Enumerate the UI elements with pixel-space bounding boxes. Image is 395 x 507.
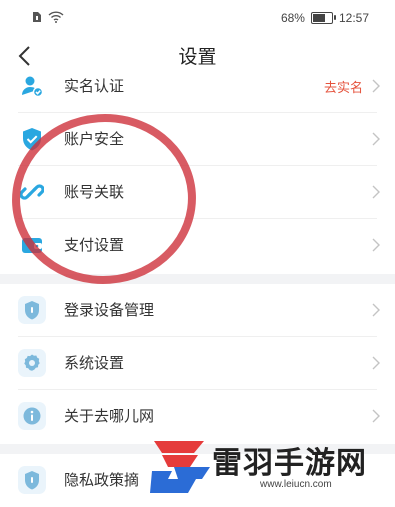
row-label: 系统设置	[64, 354, 125, 372]
sim-icon	[33, 12, 41, 22]
row-account-link[interactable]: 账号关联	[0, 166, 395, 219]
chevron-right-icon	[372, 132, 380, 146]
gear-icon	[18, 349, 46, 377]
real-name-action[interactable]: 去实名	[324, 77, 363, 96]
status-bar: 68% 12:57	[0, 0, 395, 36]
shield-icon	[18, 296, 46, 324]
row-label: 关于去哪儿网	[64, 407, 155, 425]
chevron-right-icon	[372, 79, 380, 93]
shield-check-icon	[18, 125, 46, 153]
watermark-text: 雷羽手游网	[212, 446, 367, 481]
row-label: 隐私政策摘	[64, 471, 140, 489]
watermark-url: www.leiucn.com	[260, 479, 332, 490]
clock: 12:57	[338, 11, 369, 25]
chevron-right-icon	[372, 185, 380, 199]
id-person-icon	[18, 72, 46, 100]
row-about[interactable]: 关于去哪儿网	[0, 390, 395, 443]
page-title: 设置	[178, 46, 217, 68]
watermark: 雷羽手游网 www.leiucn.com	[148, 437, 395, 499]
row-account-security[interactable]: 账户安全	[0, 113, 395, 166]
settings-group-2: 登录设备管理 系统设置 关于去哪儿网	[0, 284, 395, 444]
section-gap	[0, 274, 395, 284]
row-label: 登录设备管理	[64, 301, 155, 319]
wallet-icon	[18, 231, 46, 259]
brand-logo-icon	[150, 441, 210, 493]
shield-icon	[18, 466, 46, 494]
chevron-right-icon	[372, 409, 380, 423]
row-device-management[interactable]: 登录设备管理	[0, 284, 395, 337]
link-icon	[18, 178, 46, 206]
battery-percent: 68%	[280, 11, 305, 25]
row-system-settings[interactable]: 系统设置	[0, 337, 395, 390]
nav-bar: 设置	[0, 36, 395, 76]
chevron-right-icon	[372, 238, 380, 252]
row-label: 账号关联	[64, 183, 125, 201]
settings-group-1: 实名认证 去实名 账户安全 账号关联 支付设置	[0, 60, 395, 274]
wifi-icon	[48, 11, 64, 23]
info-icon	[18, 402, 46, 430]
row-label: 支付设置	[64, 236, 125, 254]
battery-icon	[310, 12, 336, 24]
row-label: 账户安全	[64, 130, 125, 148]
chevron-right-icon	[372, 356, 380, 370]
row-label: 实名认证	[64, 77, 125, 95]
row-payment[interactable]: 支付设置	[0, 219, 395, 272]
chevron-right-icon	[372, 303, 380, 317]
